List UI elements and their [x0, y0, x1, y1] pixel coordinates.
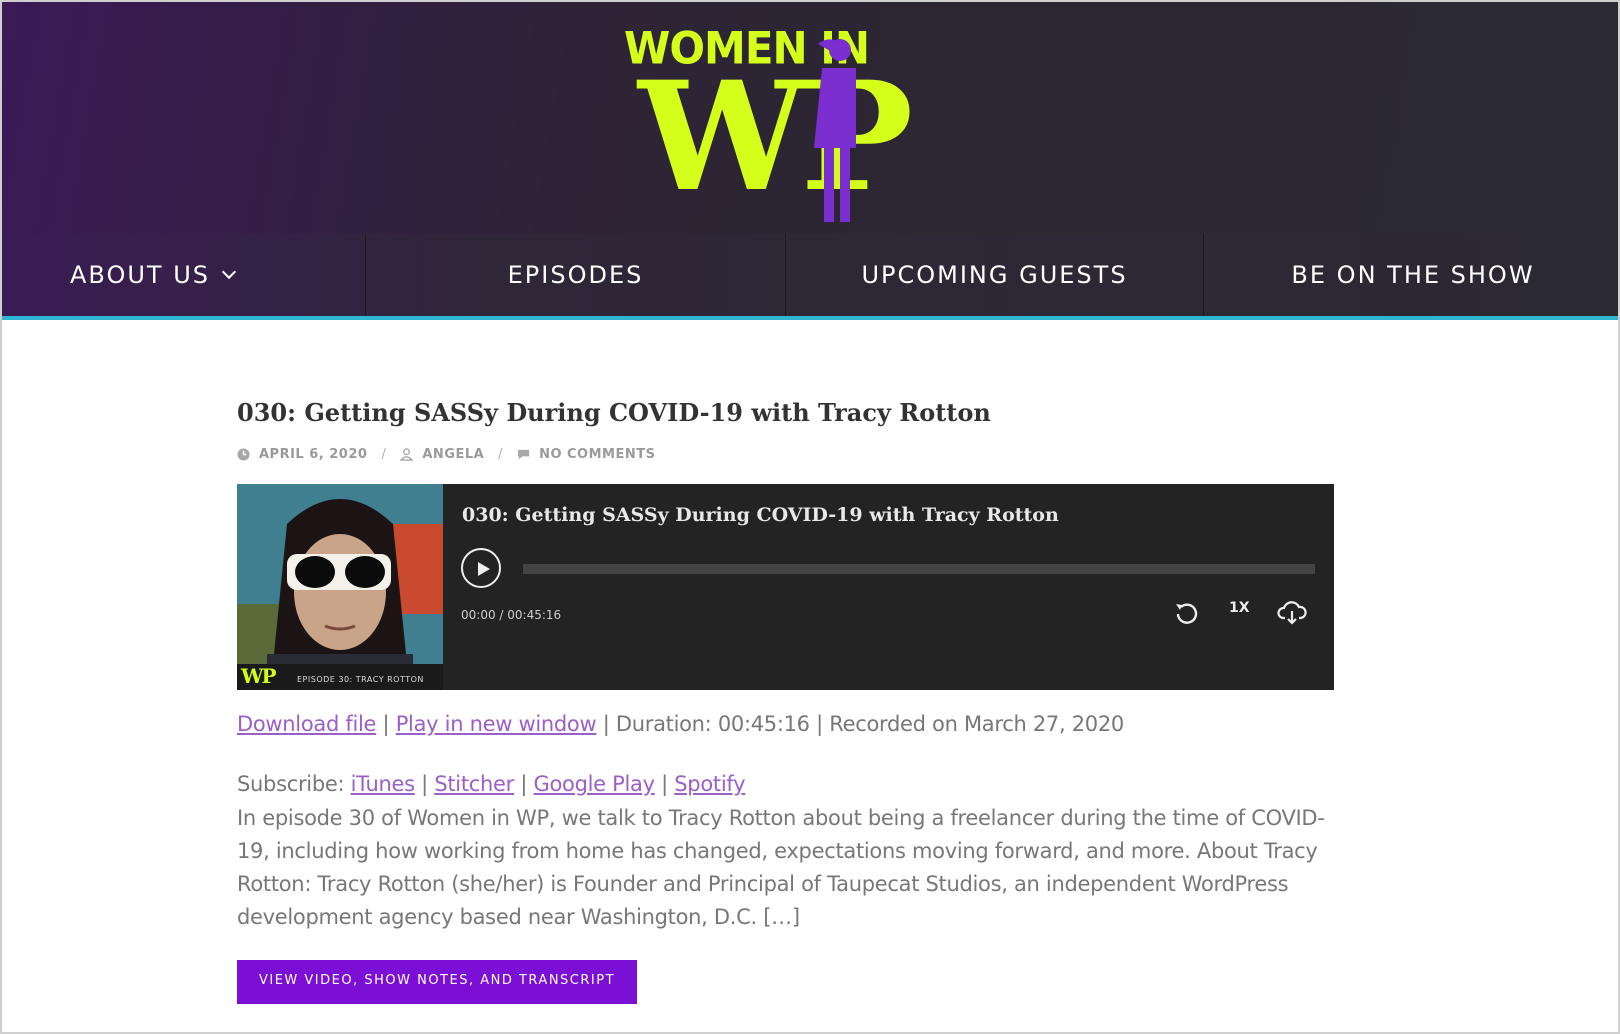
progress-bar[interactable]: [523, 564, 1315, 574]
google-play-link[interactable]: Google Play: [534, 772, 656, 796]
nav-item-label: UPCOMING GUESTS: [861, 261, 1128, 289]
subscribe-separator: |: [414, 772, 435, 796]
subscribe-separator: |: [513, 772, 534, 796]
replay-icon[interactable]: [1172, 598, 1202, 628]
nav-item-label: BE ON THE SHOW: [1291, 261, 1535, 289]
post-title[interactable]: 030: Getting SASSy During COVID-19 with …: [237, 398, 1337, 427]
post-content: 030: Getting SASSy During COVID-19 with …: [237, 398, 1337, 1004]
episode-description: In episode 30 of Women in WP, we talk to…: [237, 806, 1325, 929]
view-show-notes-button[interactable]: VIEW VIDEO, SHOW NOTES, AND TRANSCRIPT: [237, 960, 637, 1004]
post-date: APRIL 6, 2020: [259, 447, 368, 462]
subscribe-links: Subscribe: iTunes | Stitcher | Google Pl…: [237, 772, 1337, 796]
episode-links: Download file | Play in new window | Dur…: [237, 712, 1337, 736]
nav-item-be-on-the-show[interactable]: BE ON THE SHOW: [1204, 234, 1618, 316]
comment-icon: [517, 449, 530, 460]
nav-item-label: ABOUT US: [70, 261, 211, 289]
guest-photo-icon: [237, 484, 443, 690]
spotify-link[interactable]: Spotify: [674, 772, 745, 796]
site-header: WOMEN IN WP: [2, 2, 1618, 234]
chevron-down-icon: [221, 264, 237, 280]
nav-item-upcoming-guests[interactable]: UPCOMING GUESTS: [786, 234, 1204, 316]
links-separator: |: [376, 712, 396, 736]
subscribe-separator: |: [654, 772, 675, 796]
play-icon[interactable]: [461, 548, 501, 588]
play-new-window-link[interactable]: Play in new window: [396, 712, 597, 736]
download-file-link[interactable]: Download file: [237, 712, 376, 736]
stitcher-link[interactable]: Stitcher: [434, 772, 514, 796]
itunes-link[interactable]: iTunes: [351, 772, 415, 796]
woman-figure-icon: [814, 39, 856, 222]
post-author[interactable]: ANGELA: [422, 447, 484, 462]
nav-item-about-us[interactable]: ABOUT US: [2, 234, 366, 316]
page-frame: WOMEN IN WP ABOUT US EPISODES UPCOMING G…: [0, 0, 1620, 1034]
time-display: 00:00 / 00:45:16: [461, 608, 562, 622]
cover-logo-text: WP: [241, 664, 276, 688]
user-icon: [400, 448, 414, 461]
clock-icon: [237, 448, 250, 461]
site-logo[interactable]: WOMEN IN WP: [620, 20, 960, 225]
main-nav: ABOUT US EPISODES UPCOMING GUESTS BE ON …: [2, 234, 1618, 320]
subscribe-label: Subscribe:: [237, 772, 351, 796]
cover-caption: EPISODE 30: TRACY ROTTON: [297, 675, 424, 684]
meta-separator: /: [381, 447, 387, 462]
episode-duration-recorded: | Duration: 00:45:16 | Recorded on March…: [596, 712, 1125, 736]
nav-item-label: EPISODES: [507, 261, 644, 289]
meta-separator: /: [498, 447, 504, 462]
post-meta: APRIL 6, 2020 / ANGELA / NO COMMENTS: [237, 447, 1337, 462]
post-comments[interactable]: NO COMMENTS: [539, 447, 655, 462]
podcast-player: WP EPISODE 30: TRACY ROTTON 030: Getting…: [237, 484, 1334, 690]
cloud-download-icon[interactable]: [1277, 598, 1307, 628]
logo-big-text: WP: [638, 49, 913, 225]
episode-cover-image: WP EPISODE 30: TRACY ROTTON: [237, 484, 443, 690]
player-title: 030: Getting SASSy During COVID-19 with …: [462, 504, 1059, 526]
playback-speed-button[interactable]: 1X: [1229, 600, 1250, 616]
nav-item-episodes[interactable]: EPISODES: [366, 234, 786, 316]
